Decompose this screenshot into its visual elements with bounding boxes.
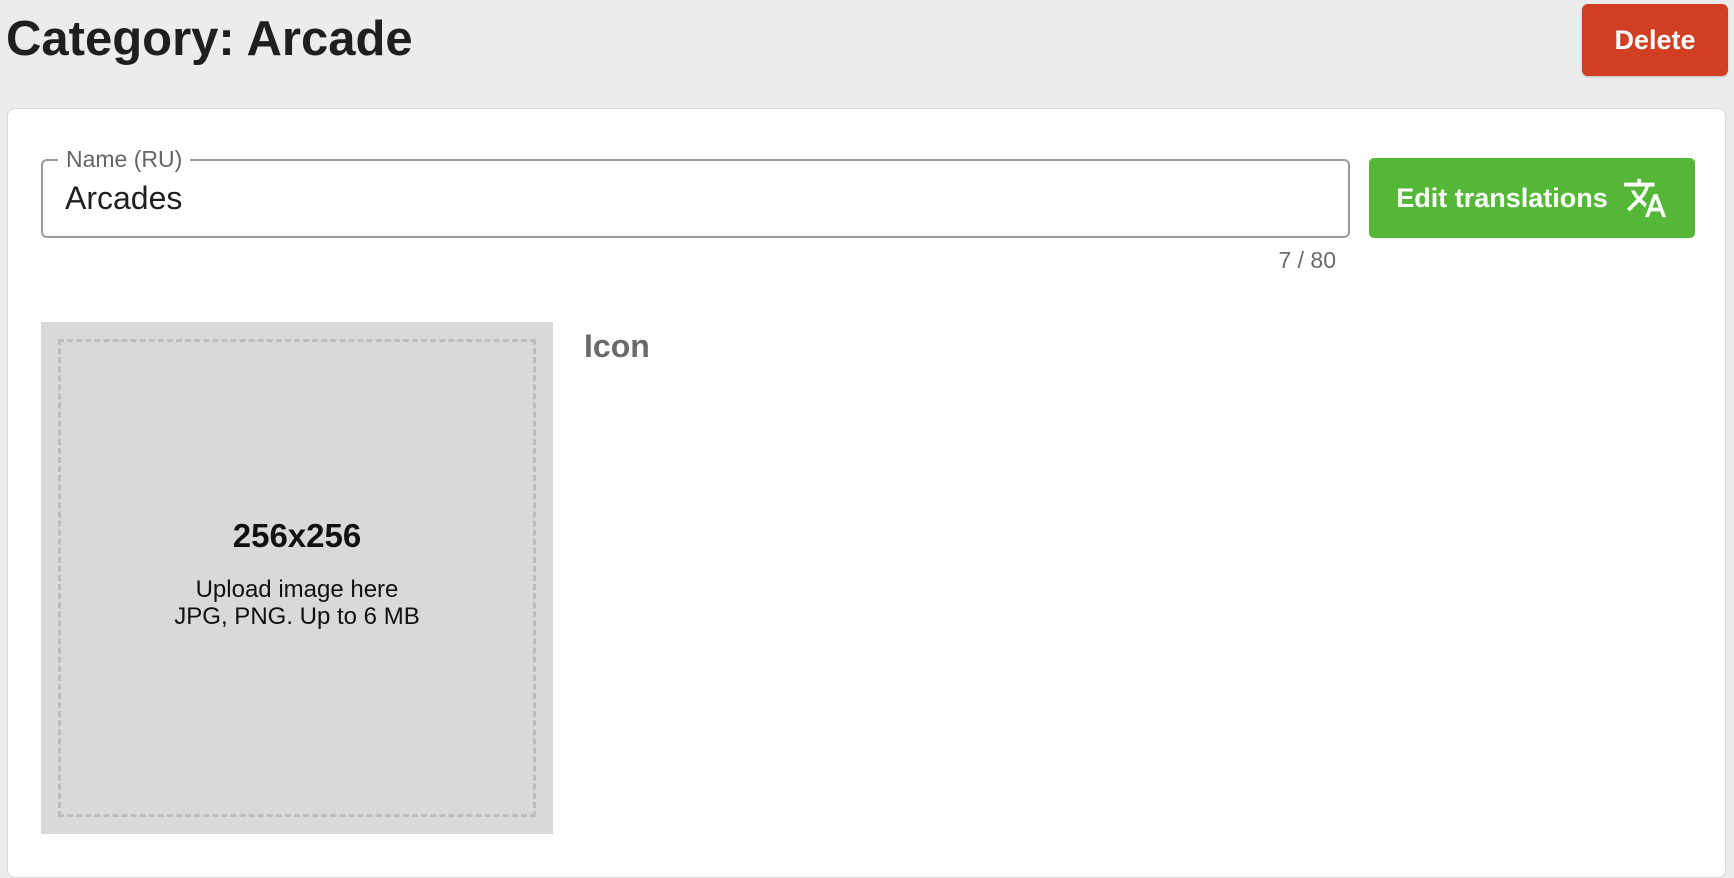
delete-button[interactable]: Delete	[1582, 4, 1728, 76]
page-title: Category: Arcade	[6, 12, 413, 66]
upload-formats: JPG, PNG. Up to 6 MB	[174, 603, 420, 630]
character-counter: 7 / 80	[1278, 247, 1336, 273]
icon-section-label: Icon	[584, 328, 650, 364]
category-form-card: Name (RU) 7 / 80 Edit translations 256x2…	[7, 108, 1726, 878]
edit-translations-button[interactable]: Edit translations	[1369, 158, 1695, 238]
upload-size-label: 256x256	[232, 517, 362, 554]
upload-hint: Upload image here	[195, 576, 399, 603]
name-field[interactable]: Name (RU)	[41, 144, 1350, 238]
edit-translations-label: Edit translations	[1396, 182, 1608, 213]
image-upload-dropzone[interactable]: 256x256 Upload image here JPG, PNG. Up t…	[41, 322, 553, 834]
translate-icon	[1622, 175, 1668, 221]
name-input[interactable]	[65, 177, 1325, 219]
name-field-label: Name (RU)	[58, 144, 191, 174]
